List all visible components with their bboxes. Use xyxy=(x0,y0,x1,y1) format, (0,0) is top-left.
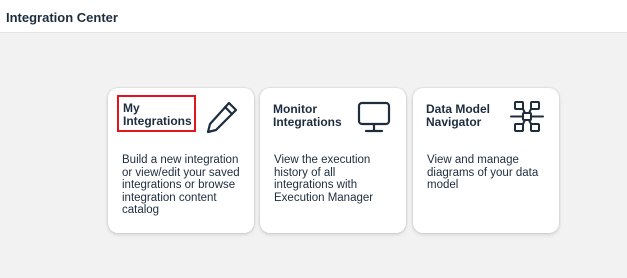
network-icon xyxy=(509,99,545,135)
pencil-icon xyxy=(204,99,240,135)
tile-description: View the execution history of all integr… xyxy=(274,154,374,204)
monitor-icon xyxy=(356,99,392,135)
page-header: Integration Center xyxy=(0,0,627,33)
data-model-navigator-tile[interactable]: Data Model Navigator View and manage dia… xyxy=(413,88,559,233)
tile-description: Build a new integration or view/edit you… xyxy=(122,154,240,216)
tile-title: Data Model Navigator xyxy=(426,102,491,129)
monitor-integrations-tile[interactable]: Monitor Integrations View the execution … xyxy=(260,88,406,233)
tile-description: View and manage diagrams of your data mo… xyxy=(427,154,539,191)
tile-title: My Integrations xyxy=(117,95,196,132)
page-title: Integration Center xyxy=(6,10,118,25)
my-integrations-tile[interactable]: My Integrations Build a new integration … xyxy=(108,88,254,233)
tile-title: Monitor Integrations xyxy=(273,102,342,129)
